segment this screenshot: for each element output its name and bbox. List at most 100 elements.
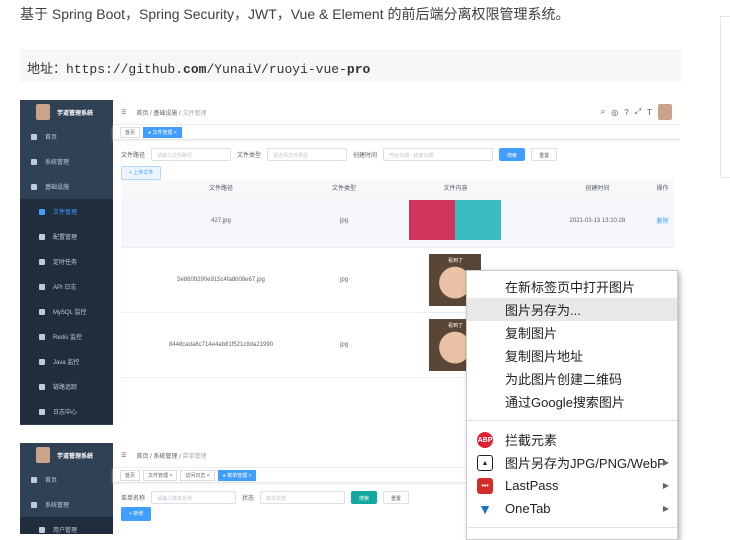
sidebar-item-active[interactable]: 文件管理 — [20, 199, 113, 224]
monitor-icon — [31, 183, 37, 190]
date-range-picker[interactable]: 开始日期 - 结束日期 — [383, 148, 494, 161]
logo-avatar — [36, 447, 50, 463]
tags-view: 首页 ● 文件管理 × — [113, 125, 680, 140]
sidebar-item[interactable]: API 日志 — [20, 274, 113, 299]
hamburger-icon[interactable]: ☰ — [121, 452, 126, 459]
sidebar-item[interactable]: 链路追踪 — [20, 374, 113, 399]
sidebar-item[interactable]: 定时任务 — [20, 249, 113, 274]
table-row: 427.jpg jpg 2021-03-13 13:10:28 删除 — [121, 195, 674, 248]
menu-item-search-google[interactable]: 通过Google搜索图片 — [467, 390, 677, 413]
menu-item-open-image-new-tab[interactable]: 在新标签页中打开图片 — [467, 275, 677, 298]
image-icon: ▲ — [477, 455, 493, 471]
lastpass-icon: ••• — [477, 478, 493, 494]
status-select[interactable]: 菜单状态 — [260, 491, 346, 504]
hamburger-icon[interactable]: ☰ — [121, 109, 126, 116]
type-select[interactable]: 请选择文件类型 — [267, 148, 348, 161]
menu-item-copy-image-address[interactable]: 复制图片地址 — [467, 344, 677, 367]
search-form: 文件路径 请输入文件路径 文件类型 请选择文件类型 创建时间 开始日期 - 结束日期 … — [113, 140, 680, 161]
image-thumbnail[interactable] — [409, 199, 456, 240]
submenu-arrow-icon: ▶ — [662, 504, 669, 513]
menu-item-create-qr-code[interactable]: 为此图片创建二维码 — [467, 367, 677, 390]
dashboard-icon — [31, 476, 37, 483]
menu-item-block-element[interactable]: ABP 拦截元素 — [467, 428, 677, 451]
reset-button[interactable]: 重置 — [383, 491, 410, 504]
submenu-arrow-icon: ▶ — [662, 481, 669, 490]
sidebar-item[interactable]: MySQL 监控 — [20, 299, 113, 324]
logo-avatar — [36, 104, 50, 120]
menu-item-save-image-as[interactable]: 图片另存为... — [467, 298, 677, 321]
menu-item-lastpass[interactable]: ••• LastPass ▶ — [467, 474, 677, 497]
menu-item-copy-image[interactable]: 复制图片 — [467, 321, 677, 344]
adblock-icon: ABP — [477, 432, 493, 448]
add-button[interactable]: + 新增 — [121, 507, 152, 521]
admin-screenshot-menu-management: 芋道管理系统 首页 系统管理 用户管理 ☰ 首页 / 系统管理 / 菜单管理 首页… — [20, 443, 470, 534]
upload-button[interactable]: + 上传文件 — [121, 166, 162, 180]
sidebar-item[interactable]: 首页 — [20, 467, 113, 492]
image-thumbnail[interactable] — [455, 199, 502, 240]
menu-separator — [467, 420, 677, 421]
eye-icon — [39, 383, 45, 390]
name-input[interactable]: 请输入菜单名称 — [151, 491, 237, 504]
fullscreen-icon[interactable]: ⤢ — [635, 107, 641, 117]
redis-icon — [39, 333, 45, 340]
search-button[interactable]: 搜索 — [499, 148, 526, 161]
dashboard-icon — [31, 133, 37, 140]
path-input[interactable]: 请输入文件路径 — [151, 148, 232, 161]
sidebar-item[interactable]: 配置管理 — [20, 224, 113, 249]
address-label: 地址： — [27, 62, 67, 77]
search-icon[interactable]: ⌕ — [601, 107, 605, 117]
user-icon — [39, 526, 45, 533]
github-link[interactable]: https://github.com/YunaiV/ruoyi-vue-pro — [66, 62, 370, 77]
sidebar-item[interactable]: 首页 — [20, 124, 113, 149]
sidebar-item[interactable]: Redis 监控 — [20, 324, 113, 349]
sidebar-item[interactable]: 日志中心 — [20, 399, 113, 424]
github-icon[interactable]: ◎ — [611, 108, 618, 117]
app-title: 芋道管理系统 — [57, 453, 94, 460]
side-panel — [720, 16, 730, 178]
sidebar: 芋道管理系统 首页 系统管理 基础设施 文件管理 配置管理 定时任务 API 日… — [20, 100, 113, 425]
sidebar-item[interactable]: 基础设施 — [20, 174, 113, 199]
navbar: ☰ 首页 / 系统管理 / 菜单管理 — [113, 443, 469, 468]
navbar: ☰ 首页 / 基础设施 / 文件管理 ⌕ ◎? ⤢ T — [113, 100, 680, 125]
database-icon — [39, 308, 45, 315]
log-icon — [39, 408, 45, 415]
reset-button[interactable]: 重置 — [531, 148, 558, 161]
help-icon[interactable]: ? — [624, 108, 628, 117]
user-avatar[interactable] — [658, 104, 672, 120]
font-size-icon[interactable]: T — [647, 108, 652, 117]
sidebar-item[interactable]: 用户管理 — [20, 517, 113, 534]
gear-icon — [31, 158, 37, 165]
menu-separator — [467, 527, 677, 528]
tag[interactable]: 首页 — [120, 126, 141, 138]
submenu-arrow-icon: ▶ — [662, 458, 669, 467]
tag[interactable]: 文件管理 × — [143, 469, 178, 481]
menu-item-save-image-format[interactable]: ▲ 图片另存为JPG/PNG/WebP ▶ — [467, 451, 677, 474]
sidebar-item[interactable]: 系统管理 — [20, 149, 113, 174]
delete-link[interactable]: 删除 — [650, 195, 674, 248]
tag[interactable]: 首页 — [120, 469, 141, 481]
onetab-icon: ▼ — [478, 501, 492, 517]
path-label: 文件路径 — [121, 153, 146, 159]
breadcrumb: 首页 / 基础设施 / 文件管理 — [136, 110, 207, 117]
address-code-block: 地址：https://github.com/YunaiV/ruoyi-vue-p… — [20, 49, 681, 82]
search-form: 菜单名称 请输入菜单名称 状态 菜单状态 搜索 重置 — [113, 483, 469, 504]
file-icon — [39, 208, 45, 215]
type-label: 文件类型 — [237, 153, 262, 159]
time-label: 创建时间 — [353, 153, 378, 159]
job-icon — [39, 258, 45, 265]
main-content: ☰ 首页 / 系统管理 / 菜单管理 首页 文件管理 × 访问日志 × ● 菜单管… — [113, 443, 469, 534]
name-label: 菜单名称 — [121, 496, 146, 502]
intro-text: 基于 Spring Boot，Spring Security，JWT，Vue &… — [20, 6, 570, 22]
search-button[interactable]: 搜索 — [351, 491, 378, 504]
sidebar-item[interactable]: Java 监控 — [20, 349, 113, 374]
log-icon — [39, 283, 45, 290]
tag[interactable]: 访问日志 × — [180, 469, 215, 481]
tag-active[interactable]: ● 文件管理 × — [143, 126, 182, 138]
context-menu: 在新标签页中打开图片 图片另存为... 复制图片 复制图片地址 为此图片创建二维… — [466, 270, 678, 540]
tag-active[interactable]: ● 菜单管理 × — [217, 469, 257, 481]
sidebar: 芋道管理系统 首页 系统管理 用户管理 — [20, 443, 113, 534]
breadcrumb: 首页 / 系统管理 / 菜单管理 — [136, 453, 207, 460]
menu-item-onetab[interactable]: ▼ OneTab ▶ — [467, 497, 677, 520]
edit-icon — [39, 233, 45, 240]
sidebar-item[interactable]: 系统管理 — [20, 492, 113, 517]
